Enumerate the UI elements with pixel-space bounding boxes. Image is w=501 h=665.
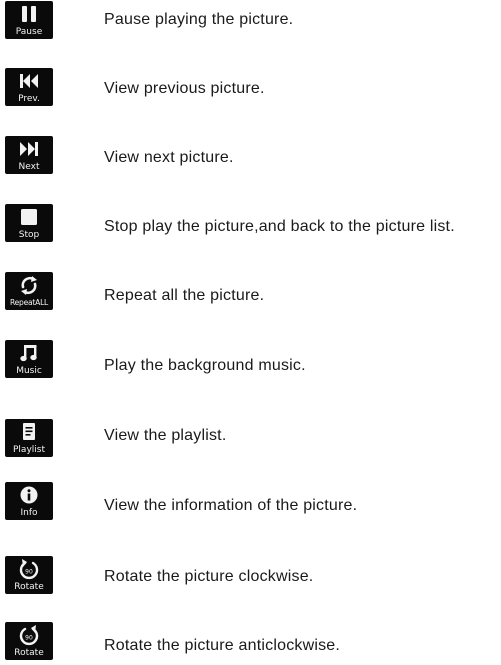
stop-description: Stop play the picture,and back to the pi…	[104, 218, 455, 235]
rotate-clockwise-button[interactable]: 90 Rotate	[5, 556, 53, 594]
rotate-clockwise-caption: Rotate	[14, 582, 44, 592]
next-caption: Next	[18, 162, 40, 172]
music-button[interactable]: Music	[5, 340, 53, 378]
info-caption: Info	[20, 508, 38, 518]
rotate-anticlockwise-icon: 90	[19, 625, 39, 646]
repeat-all-icon	[21, 276, 37, 295]
playlist-caption: Playlist	[13, 445, 45, 455]
previous-button[interactable]: Prev.	[5, 68, 53, 106]
previous-icon	[20, 74, 38, 88]
playlist-description: View the playlist.	[104, 427, 227, 444]
rotate-anticlockwise-description: Rotate the picture anticlockwise.	[104, 637, 341, 654]
list-item-stop: Stop Stop play the picture,and back to t…	[0, 204, 501, 244]
list-item-prev: Prev. View previous picture.	[0, 68, 501, 108]
repeat-all-button[interactable]: RepeatALL	[5, 272, 53, 310]
playlist-button[interactable]: Playlist	[5, 419, 53, 457]
list-item-repeat-all: RepeatALL Repeat all the picture.	[0, 272, 501, 312]
rotate-clockwise-description: Rotate the picture clockwise.	[104, 568, 314, 585]
list-item-pause: Pause Pause playing the picture.	[0, 1, 501, 41]
stop-icon	[21, 209, 37, 225]
stop-caption: Stop	[18, 230, 40, 240]
repeat-all-description: Repeat all the picture.	[104, 287, 265, 304]
pause-caption: Pause	[15, 27, 43, 37]
list-item-rotate-clockwise: 90 Rotate Rotate the picture clockwise.	[0, 556, 501, 596]
info-description: View the information of the picture.	[104, 497, 358, 514]
pause-icon	[22, 6, 36, 22]
next-button[interactable]: Next	[5, 136, 53, 174]
list-item-music: Music Play the background music.	[0, 340, 501, 380]
info-icon	[20, 486, 38, 504]
previous-caption: Prev.	[18, 94, 40, 104]
list-item-next: Next View next picture.	[0, 136, 501, 176]
list-item-rotate-anticlockwise: 90 Rotate Rotate the picture anticlockwi…	[0, 622, 501, 662]
info-button[interactable]: Info	[5, 482, 53, 520]
playlist-icon	[23, 423, 35, 440]
previous-description: View previous picture.	[104, 80, 265, 97]
next-icon	[20, 142, 38, 156]
rotate-clockwise-icon: 90	[19, 559, 39, 580]
list-item-info: Info View the information of the picture…	[0, 482, 501, 522]
music-caption: Music	[16, 366, 42, 376]
repeat-all-caption: RepeatALL	[9, 298, 49, 307]
svg-text:90: 90	[25, 635, 33, 642]
music-note-icon	[20, 345, 37, 362]
stop-button[interactable]: Stop	[5, 204, 53, 242]
pause-button[interactable]: Pause	[5, 1, 53, 39]
svg-text:90: 90	[25, 569, 33, 576]
rotate-anticlockwise-caption: Rotate	[14, 648, 44, 658]
list-item-playlist: Playlist View the playlist.	[0, 419, 501, 459]
rotate-anticlockwise-button[interactable]: 90 Rotate	[5, 622, 53, 660]
pause-description: Pause playing the picture.	[104, 11, 294, 28]
next-description: View next picture.	[104, 149, 234, 166]
music-description: Play the background music.	[104, 357, 306, 374]
